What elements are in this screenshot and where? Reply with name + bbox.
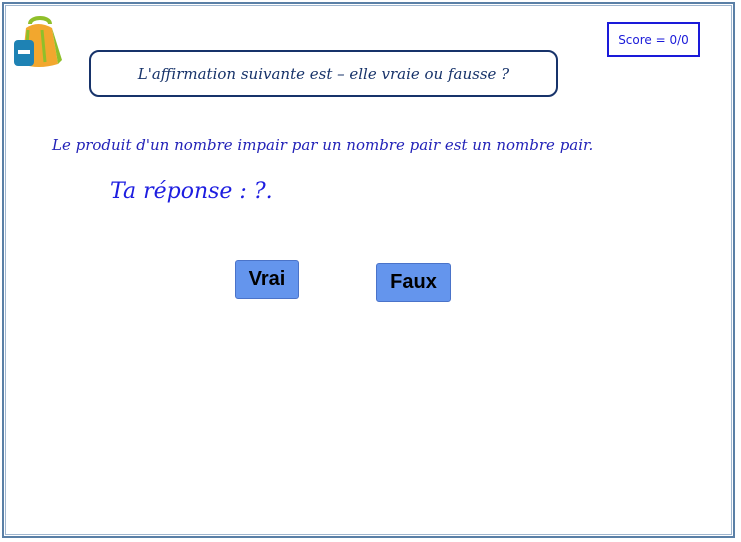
score-display: Score = 0/0 [607,22,700,57]
answer-text: Ta réponse : ?. [110,179,273,204]
question-prompt: L'affirmation suivante est – elle vraie … [89,50,558,97]
statement-text: Le produit d'un nombre impair par un nom… [52,136,594,154]
vrai-button[interactable]: Vrai [235,260,299,299]
faux-button[interactable]: Faux [376,263,451,302]
backpack-icon [14,16,62,67]
app-frame: Score = 0/0 L'affirmation suivante est –… [2,2,735,538]
